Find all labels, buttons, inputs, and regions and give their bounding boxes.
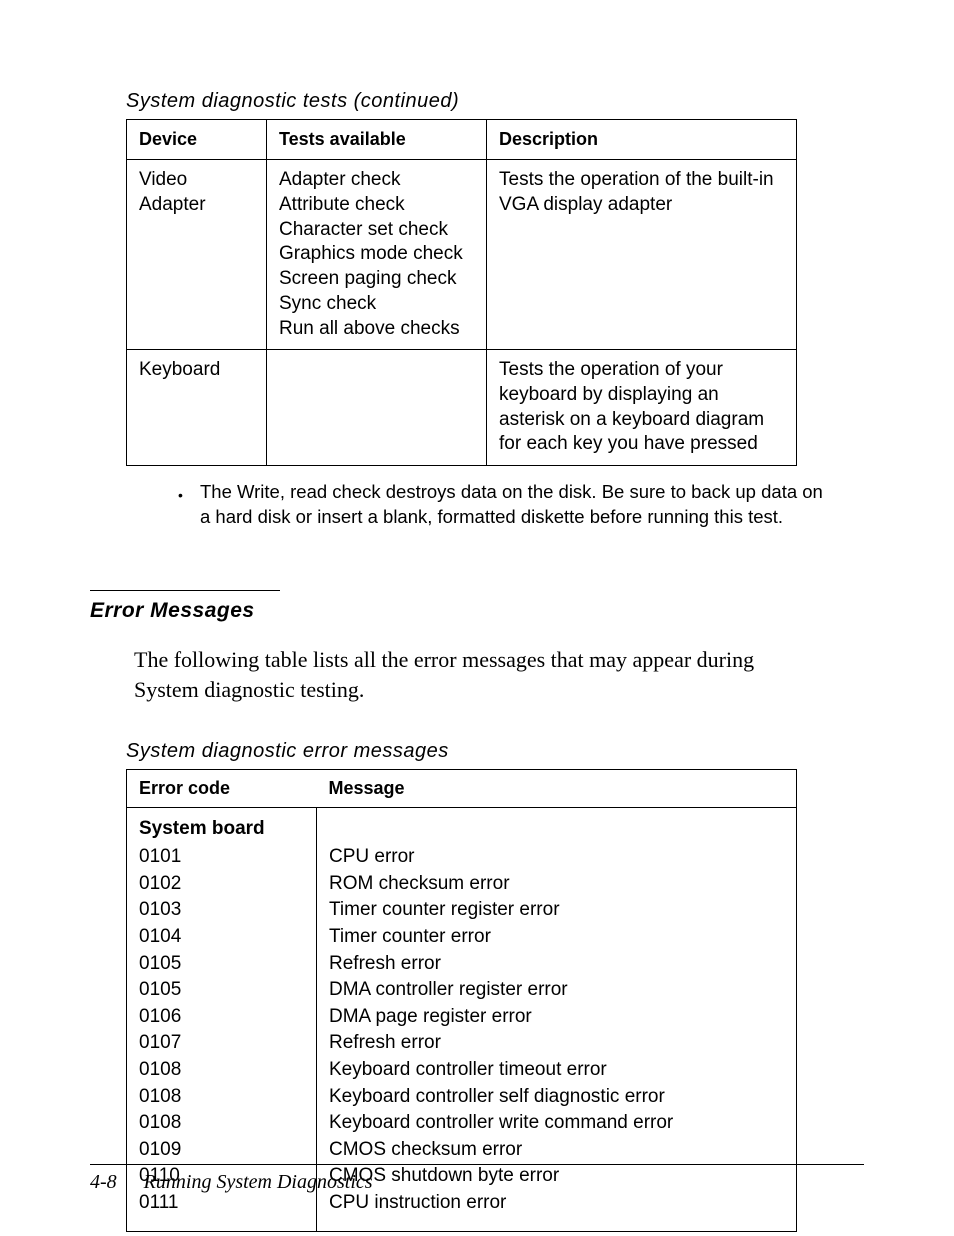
table-header-row: Device Tests available Description [127, 120, 797, 160]
cell-desc: Tests the operation of your keyboard by … [487, 350, 797, 466]
col-description: Description [487, 120, 797, 160]
note-text: The Write, read check destroys data on t… [200, 480, 824, 530]
col-device: Device [127, 120, 267, 160]
errors-table: Error code Message System board 0101 010… [126, 769, 797, 1231]
col-error-code: Error code [127, 770, 317, 808]
table-row: Video Adapter Adapter check Attribute ch… [127, 160, 797, 350]
cell-device: Video Adapter [127, 160, 267, 350]
section-label: System board [127, 808, 317, 843]
errors-table-caption: System diagnostic error messages [126, 740, 864, 763]
col-tests-available: Tests available [267, 120, 487, 160]
footer-title: Running System Diagnostics [144, 1171, 373, 1193]
section-body: The following table lists all the error … [134, 645, 824, 704]
table-header-row: Error code Message [127, 770, 797, 808]
page-number: 4-8 [90, 1171, 117, 1193]
page-footer: 4-8 Running System Diagnostics [90, 1164, 864, 1194]
cell-tests: Adapter check Attribute check Character … [267, 160, 487, 350]
section-heading: Error Messages [90, 590, 280, 623]
tests-table: Device Tests available Description Video… [126, 119, 797, 466]
section-empty [317, 808, 797, 843]
cell-tests [267, 350, 487, 466]
cell-desc: Tests the operation of the built-in VGA … [487, 160, 797, 350]
tests-table-caption: System diagnostic tests (continued) [126, 90, 864, 113]
col-message: Message [317, 770, 797, 808]
table-section-row: System board [127, 808, 797, 843]
page: System diagnostic tests (continued) Devi… [0, 0, 954, 1236]
cell-device: Keyboard [127, 350, 267, 466]
table-row: Keyboard Tests the operation of your key… [127, 350, 797, 466]
